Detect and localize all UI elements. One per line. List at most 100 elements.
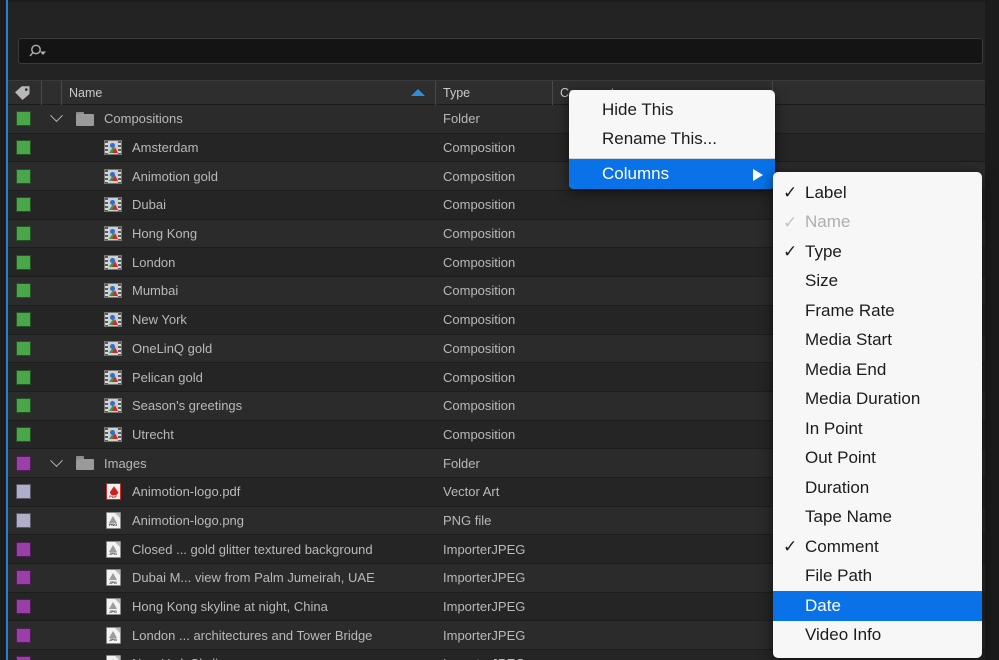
disclosure-twisty[interactable] [42,453,70,468]
label-swatch-cell[interactable] [8,226,42,242]
label-swatch-cell[interactable] [8,599,42,615]
submenu-item-label: Label [805,182,847,202]
label-color-swatch[interactable] [16,398,31,414]
submenu-item[interactable]: Media Duration [773,385,982,415]
label-color-swatch[interactable] [16,197,31,213]
submenu-item-label: Video Info [805,625,882,645]
submenu-item[interactable]: Size [773,267,982,297]
column-header-type-text: Type [443,86,471,100]
label-swatch-cell[interactable] [8,512,42,528]
label-swatch-cell[interactable] [8,484,42,500]
item-type: ImporterJPEG [436,656,566,660]
item-type: ImporterJPEG [443,599,526,615]
submenu-item[interactable]: ✓ Comment [773,532,982,562]
checkmark-icon: ✓ [783,212,798,232]
label-swatch-cell[interactable] [8,570,42,586]
label-color-swatch[interactable] [16,455,31,471]
item-type: Composition [443,312,516,328]
context-menu-item-label: Columns [602,164,670,183]
label-color-swatch[interactable] [16,254,31,270]
label-swatch-cell[interactable] [8,168,42,184]
composition-icon [104,168,122,184]
item-icon-cell: JPG [98,569,128,587]
submenu-item[interactable]: In Point [773,414,982,444]
submenu-item[interactable]: Tape Name [773,503,982,533]
label-swatch-cell[interactable] [8,455,42,471]
label-color-swatch[interactable] [16,369,31,385]
submenu-item[interactable]: Duration [773,473,982,503]
label-color-swatch[interactable] [16,312,31,328]
item-icon-cell: JPG [98,598,128,616]
search-icon [29,42,49,60]
label-color-swatch[interactable] [16,484,31,500]
label-swatch-cell[interactable] [8,254,42,270]
label-color-swatch[interactable] [16,656,31,660]
label-swatch-cell[interactable] [8,398,42,414]
tag-icon [15,86,30,100]
context-menu-item[interactable]: Columns [569,159,775,189]
item-type: Composition [443,426,516,442]
column-header-name[interactable]: Name [62,81,436,105]
submenu-item[interactable]: Media End [773,355,982,385]
jpg-file-icon: JPG [105,569,121,587]
column-header-label[interactable] [8,81,42,105]
label-color-swatch[interactable] [16,111,31,127]
submenu-item[interactable]: ✓ Type [773,237,982,267]
submenu-item[interactable]: Media Start [773,326,982,356]
label-swatch-cell[interactable] [8,369,42,385]
item-type: Vector Art [443,484,500,500]
table-row[interactable]: Compositions Folder [8,105,985,134]
label-swatch-cell[interactable] [8,312,42,328]
label-color-swatch[interactable] [16,512,31,528]
search-input[interactable] [49,44,982,58]
label-color-swatch[interactable] [16,140,31,156]
submenu-item[interactable]: File Path [773,562,982,592]
submenu-item[interactable]: Date [773,591,982,621]
submenu-item[interactable]: ✓ Label [773,178,982,208]
column-header-extra[interactable] [773,81,985,105]
checkmark-icon: ✓ [783,183,798,203]
label-swatch-cell[interactable] [8,197,42,213]
composition-icon [104,340,122,356]
label-color-swatch[interactable] [16,627,31,643]
label-color-swatch[interactable] [16,599,31,615]
folder-icon [76,111,94,126]
pdf-file-icon: PDF [105,483,121,501]
label-color-swatch[interactable] [16,283,31,299]
table-row[interactable]: Amsterdam Composition [8,133,985,163]
item-icon-cell [98,197,128,213]
context-menu-item[interactable]: Hide This [569,95,775,124]
item-type: Folder [443,455,480,471]
label-swatch-cell[interactable] [8,283,42,299]
label-swatch-cell[interactable] [8,656,42,660]
label-swatch-cell[interactable] [8,340,42,356]
submenu-item[interactable]: Out Point [773,444,982,474]
item-icon-cell [98,340,128,356]
label-swatch-cell[interactable] [8,541,42,557]
column-header-type[interactable]: Type [436,81,553,105]
label-color-swatch[interactable] [16,426,31,442]
label-color-swatch[interactable] [16,168,31,184]
label-swatch-cell[interactable] [8,627,42,643]
column-header-row: Name Type Comment [8,80,985,105]
item-icon-cell [98,140,128,156]
item-icon-cell: JPG [98,626,128,644]
item-type: Composition [443,369,516,385]
label-color-swatch[interactable] [16,340,31,356]
disclosure-twisty[interactable] [42,109,70,123]
submenu-item[interactable]: Frame Rate [773,296,982,326]
label-color-swatch[interactable] [16,570,31,586]
label-swatch-cell[interactable] [8,111,42,127]
search-field[interactable] [18,38,983,64]
label-swatch-cell[interactable] [8,140,42,156]
submenu-item-label: Date [805,595,841,615]
label-color-swatch[interactable] [16,226,31,242]
item-type: Composition [443,168,516,184]
context-menu-item[interactable]: Rename This... [569,124,775,153]
columns-submenu[interactable]: ✓ Label ✓ Name ✓ Type Size Frame Rate Media Star… [773,172,982,658]
label-swatch-cell[interactable] [8,426,42,442]
submenu-item[interactable]: Video Info [773,621,982,651]
composition-icon [104,426,122,442]
column-context-menu[interactable]: Hide This Rename This... Columns [569,90,775,189]
label-color-swatch[interactable] [16,541,31,557]
